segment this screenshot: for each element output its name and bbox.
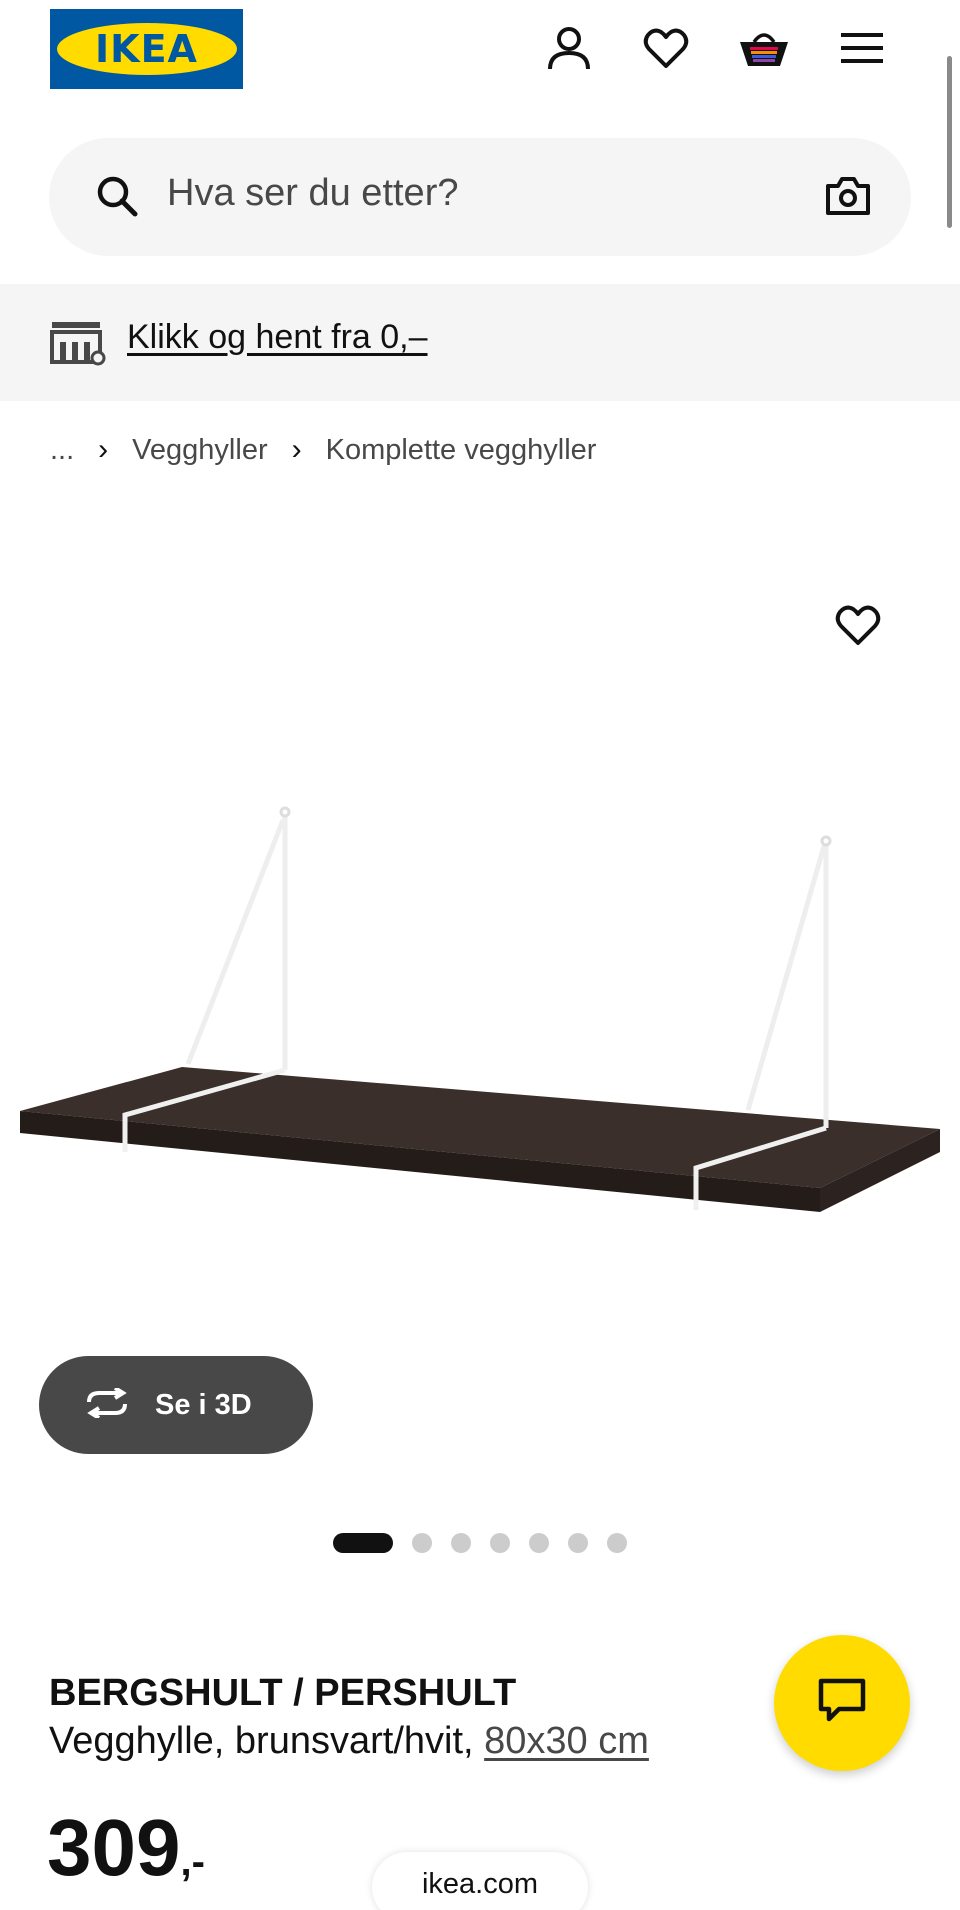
product-image[interactable] (0, 780, 960, 1240)
logo-text: IKEA (95, 27, 198, 71)
rotate-3d-icon (83, 1385, 131, 1423)
breadcrumb-ellipsis[interactable]: ... (50, 434, 74, 467)
search-bar[interactable]: Hva ser du etter? (49, 138, 911, 256)
chevron-right-icon: › (291, 433, 302, 466)
search-input[interactable]: Hva ser du etter? (167, 172, 458, 215)
carousel-dot[interactable] (607, 1533, 627, 1553)
header: IKEA (0, 0, 960, 110)
search-icon (95, 174, 139, 223)
carousel-dot[interactable] (333, 1533, 393, 1553)
heart-icon[interactable] (636, 18, 696, 78)
ikea-logo[interactable]: IKEA (50, 9, 243, 89)
logo-oval: IKEA (56, 23, 237, 75)
breadcrumb-item-komplette-vegghyller[interactable]: Komplette vegghyller (326, 434, 597, 467)
camera-icon[interactable] (825, 176, 871, 221)
breadcrumb-item-vegghyller[interactable]: Vegghyller (132, 434, 267, 467)
scrollbar[interactable] (947, 56, 952, 228)
view-3d-label: Se i 3D (155, 1388, 252, 1421)
carousel-dot[interactable] (568, 1533, 588, 1553)
carousel-dot[interactable] (451, 1533, 471, 1553)
basket-icon[interactable] (734, 18, 794, 78)
click-collect-link[interactable]: Klikk og hent fra 0,– (127, 318, 428, 357)
menu-icon[interactable] (832, 18, 892, 78)
chevron-right-icon: › (98, 433, 109, 466)
browser-domain-pill[interactable]: ikea.com (372, 1852, 588, 1910)
carousel-dot[interactable] (412, 1533, 432, 1553)
carousel-dot[interactable] (490, 1533, 510, 1553)
chat-button[interactable] (774, 1635, 910, 1771)
carousel-dots (333, 1533, 646, 1553)
product-name: BERGSHULT / PERSHULT (49, 1672, 517, 1714)
product-description-text: Vegghylle, brunsvart/hvit, (49, 1720, 474, 1762)
profile-icon[interactable] (539, 18, 599, 78)
product-price: 309,- (47, 1802, 205, 1894)
carousel-dot[interactable] (529, 1533, 549, 1553)
product-description: Vegghylle, brunsvart/hvit, 80x30 cm (49, 1720, 649, 1763)
view-3d-button[interactable]: Se i 3D (39, 1356, 313, 1454)
chat-icon (817, 1677, 867, 1730)
store-icon (50, 320, 106, 371)
price-value: 309 (47, 1803, 181, 1892)
product-size-link[interactable]: 80x30 cm (484, 1720, 649, 1762)
click-collect-banner: Klikk og hent fra 0,– (0, 284, 960, 401)
price-suffix: ,- (180, 1840, 205, 1884)
breadcrumb: ... › Vegghyller › Komplette vegghyller (50, 433, 596, 467)
favorite-heart-icon[interactable] (835, 604, 881, 651)
